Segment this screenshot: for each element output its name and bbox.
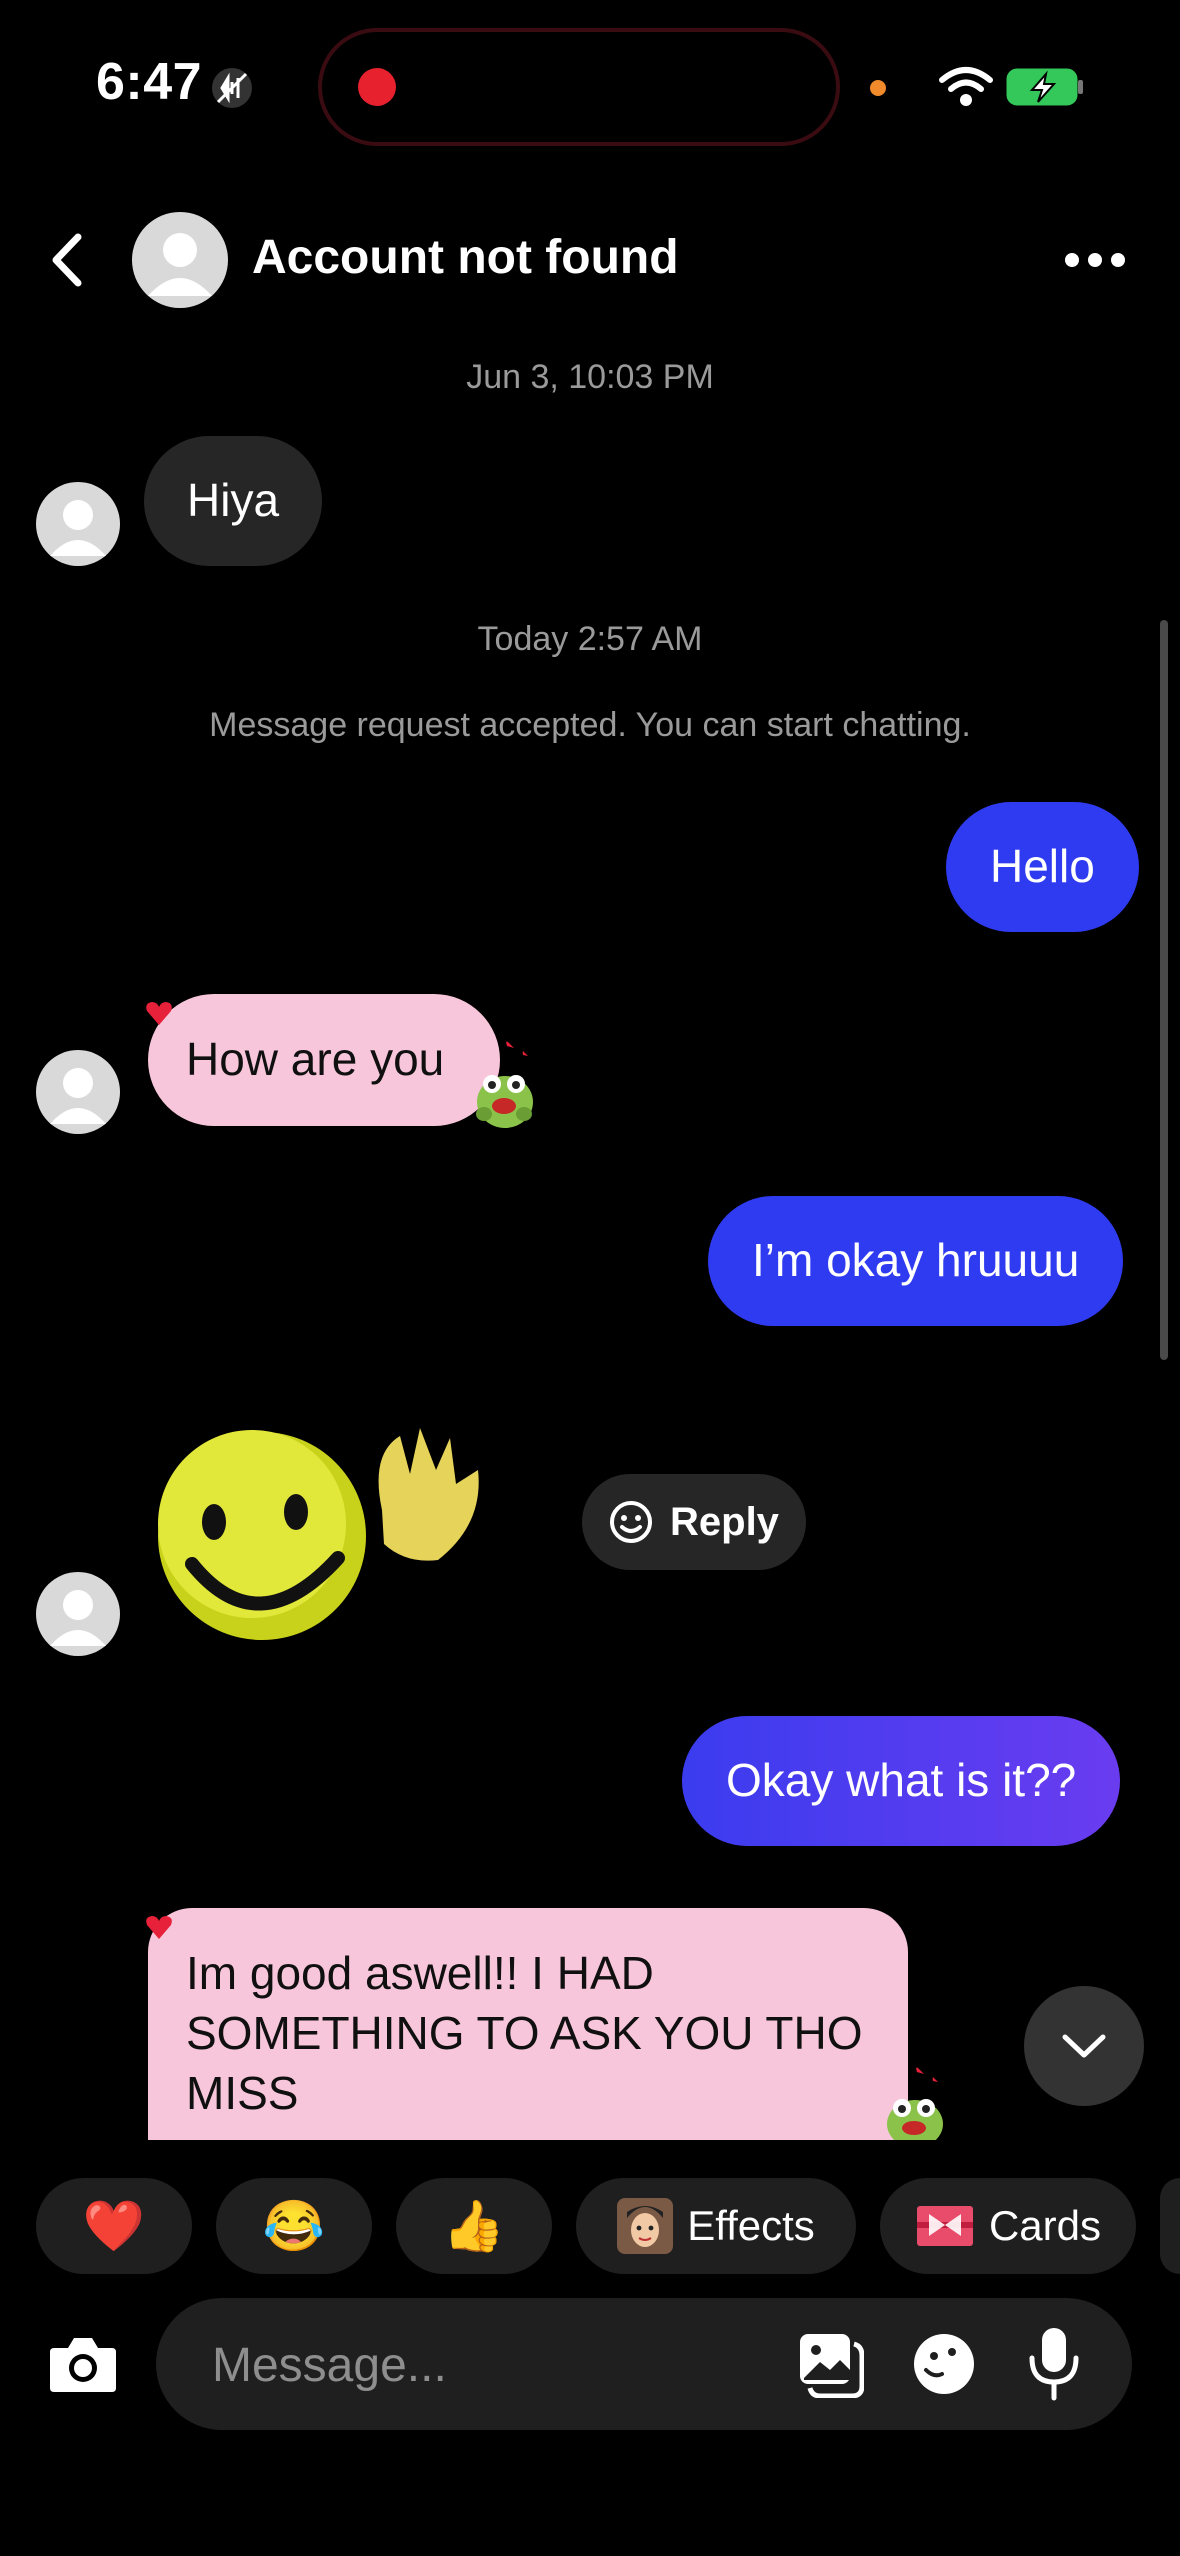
effects-button[interactable]: Effects	[576, 2178, 856, 2274]
dynamic-island	[318, 28, 840, 146]
heart-emoji: ❤️	[82, 2198, 146, 2254]
message-bubble-incoming[interactable]: Im good aswell!! I HAD SOMETHING TO ASK …	[148, 1908, 908, 2140]
more-icon[interactable]	[1060, 235, 1130, 285]
frog-sticker-icon	[887, 2067, 943, 2140]
sender-avatar[interactable]	[36, 482, 120, 566]
message-line: MISS	[186, 2066, 299, 2119]
gift-card-icon	[916, 2206, 973, 2246]
laugh-emoji: 😂	[262, 2198, 326, 2254]
reply-label: Reply	[670, 1499, 779, 1544]
effects-label: Effects	[687, 2202, 815, 2249]
message-bubble-incoming[interactable]: Hiya	[144, 436, 323, 566]
message-bubble-incoming[interactable]: How are you	[148, 994, 500, 1126]
message-composer[interactable]	[156, 2298, 1132, 2432]
chevron-down-icon	[1062, 2034, 1106, 2058]
message-bubble-outgoing[interactable]: I’m okay hruuuu	[708, 1196, 1124, 1326]
message-line: SOMETHING TO ASK YOU THO	[186, 2006, 863, 2059]
smiley-reply-icon	[610, 1501, 652, 1543]
header-avatar[interactable]	[132, 212, 228, 308]
quick-thumbs-up-button[interactable]: 👍	[396, 2178, 552, 2274]
status-time: 6:47	[96, 53, 203, 111]
more-chips-peek[interactable]	[1160, 2178, 1180, 2274]
heart-icon	[146, 1002, 172, 1025]
waving-smiley-sticker[interactable]	[148, 1414, 518, 1654]
message-bubble-outgoing[interactable]: Hello	[946, 802, 1139, 932]
sender-avatar[interactable]	[36, 1572, 120, 1656]
frog-sticker-icon	[476, 1041, 533, 1128]
cards-label: Cards	[988, 2202, 1102, 2249]
conversation-title[interactable]: Account not found	[252, 230, 679, 285]
message-bubble-outgoing[interactable]: Okay what is it??	[682, 1716, 1121, 1846]
message-line: Im good aswell!! I HAD	[186, 1947, 654, 1999]
quick-laugh-button[interactable]: 😂	[216, 2178, 372, 2274]
recording-indicator	[358, 68, 396, 106]
heart-icon	[146, 1916, 172, 1939]
sender-avatar[interactable]	[36, 1050, 120, 1134]
mic-in-use-dot	[870, 80, 886, 96]
camera-icon[interactable]	[46, 2330, 120, 2396]
message-input[interactable]	[210, 2298, 734, 2432]
avatar-effects-icon	[617, 2198, 674, 2254]
sticker-icon[interactable]	[910, 2330, 978, 2398]
timestamp: Jun 3, 10:03 PM	[466, 358, 714, 396]
wifi-icon	[939, 67, 993, 106]
scrollbar[interactable]	[1160, 620, 1168, 1360]
quick-heart-button[interactable]: ❤️	[36, 2178, 192, 2274]
cards-button[interactable]: Cards	[880, 2178, 1136, 2274]
timestamp: Today 2:57 AM	[477, 620, 703, 658]
scroll-to-bottom-button[interactable]	[1024, 1986, 1144, 2106]
reply-button[interactable]: Reply	[582, 1474, 806, 1570]
silent-mode-icon	[212, 68, 252, 108]
microphone-icon[interactable]	[1026, 2326, 1082, 2402]
system-notice: Message request accepted. You can start …	[209, 706, 971, 744]
thumbs-up-emoji: 👍	[442, 2198, 506, 2254]
gallery-icon[interactable]	[796, 2330, 864, 2398]
battery-charging-icon	[1006, 68, 1083, 106]
back-button[interactable]	[40, 225, 100, 295]
